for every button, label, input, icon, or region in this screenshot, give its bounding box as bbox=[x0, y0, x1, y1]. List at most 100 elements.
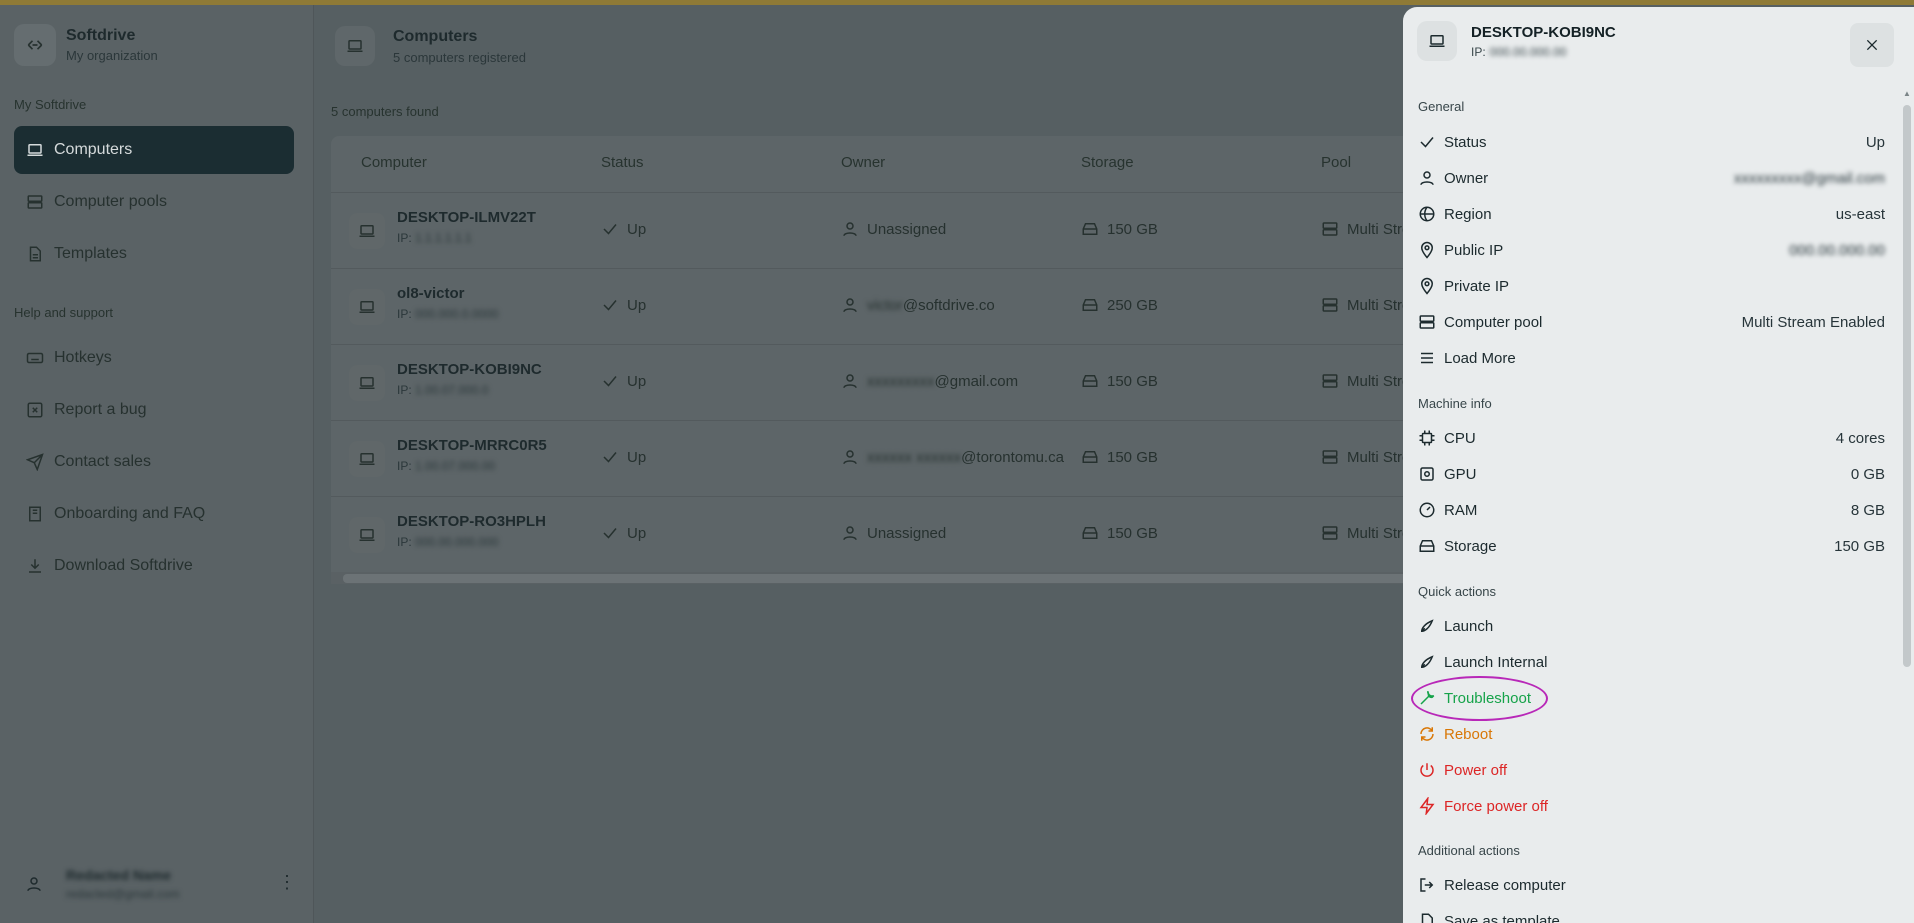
row-label: Storage bbox=[1444, 537, 1497, 555]
laptop-icon bbox=[27, 144, 43, 156]
general-row-public-ip: Public IP 000.00.000.00 bbox=[1418, 235, 1885, 265]
action-reboot[interactable]: Reboot bbox=[1418, 719, 1885, 749]
action-force-power-off[interactable]: Force power off bbox=[1418, 791, 1885, 821]
keyboard-icon bbox=[26, 352, 44, 364]
pool-cell: Multi Stream Enabled bbox=[1321, 448, 1411, 466]
laptop-icon bbox=[349, 365, 385, 401]
row-label: Region bbox=[1444, 205, 1492, 223]
storage-cell: 150 GB bbox=[1081, 372, 1158, 390]
results-count: 5 computers found bbox=[331, 104, 439, 119]
close-button[interactable] bbox=[1850, 23, 1894, 67]
action-power-off[interactable]: Power off bbox=[1418, 755, 1885, 785]
drawer-vertical-scrollbar[interactable]: ▲ bbox=[1902, 89, 1912, 923]
server-icon bbox=[1322, 374, 1338, 388]
org-subtitle: My organization bbox=[66, 48, 158, 63]
computer-name: DESKTOP-ILMV22T bbox=[397, 209, 536, 226]
owner-cell: xxxxxxxxx @gmail.com bbox=[841, 372, 1018, 390]
owner-domain: @gmail.com bbox=[934, 372, 1019, 390]
server-icon bbox=[1322, 526, 1338, 540]
sidebar-item-hotkeys[interactable]: Hotkeys bbox=[14, 334, 294, 382]
storage-cell: 150 GB bbox=[1081, 220, 1158, 238]
user-icon bbox=[843, 222, 857, 237]
action-launch[interactable]: Launch bbox=[1418, 611, 1885, 641]
table-row[interactable]: DESKTOP-KOBI9NC IP: 1.00.07.000.0 Up xxxxxx… bbox=[331, 344, 1411, 420]
row-label: Power off bbox=[1444, 761, 1508, 779]
general-row-status: Status Up bbox=[1418, 127, 1885, 157]
sidebar-item-label: Computers bbox=[54, 141, 133, 158]
user-icon bbox=[843, 374, 857, 389]
laptop-icon bbox=[335, 26, 375, 66]
pool-cell: Multi Stream Enabled bbox=[1321, 372, 1411, 390]
table-horizontal-scrollbar[interactable] bbox=[331, 572, 1411, 584]
table-row[interactable]: ol8-victor IP: 000.000.0.0000 Up victor @sof… bbox=[331, 268, 1411, 344]
row-value: 4 cores bbox=[1835, 429, 1885, 447]
laptop-icon bbox=[349, 289, 385, 325]
server-icon bbox=[1419, 315, 1435, 329]
more-vertical-icon[interactable]: ⋮ bbox=[278, 872, 296, 893]
sidebar-item-computers[interactable]: Computers bbox=[14, 126, 294, 174]
column-header-status[interactable]: Status bbox=[601, 154, 644, 171]
row-label: Private IP bbox=[1444, 277, 1510, 295]
user-icon bbox=[14, 864, 54, 904]
drawer-header: DESKTOP-KOBI9NC IP: 000.00.000.00 bbox=[1417, 21, 1616, 61]
server-icon bbox=[1322, 450, 1338, 464]
sidebar-item-download[interactable]: Download Softdrive bbox=[14, 542, 294, 590]
row-value: Multi Stream Enabled bbox=[1741, 313, 1885, 331]
sidebar-item-onboarding-faq[interactable]: Onboarding and FAQ bbox=[14, 490, 294, 538]
drawer-title: DESKTOP-KOBI9NC bbox=[1471, 23, 1616, 41]
computers-table: Computer Status Owner Storage Pool DESKT… bbox=[331, 136, 1411, 584]
laptop-icon bbox=[1417, 21, 1457, 61]
drawer-ip: IP: 000.00.000.00 bbox=[1471, 45, 1616, 59]
power-icon bbox=[1420, 763, 1434, 777]
row-label: Status bbox=[1444, 133, 1487, 151]
table-row[interactable]: DESKTOP-MRRC0R5 IP: 1.00.07.000.00 Up xxxxx… bbox=[331, 420, 1411, 496]
computer-ip: IP: 000.000.0.0000 bbox=[397, 307, 499, 321]
check-icon bbox=[603, 300, 617, 311]
action-release-computer[interactable]: Release computer bbox=[1418, 870, 1885, 900]
row-value: 8 GB bbox=[1850, 501, 1885, 519]
machine-row-gpu: GPU 0 GB bbox=[1418, 459, 1885, 489]
row-label: Save as template bbox=[1444, 912, 1560, 923]
owner-cell: Unassigned bbox=[841, 524, 946, 542]
server-icon bbox=[27, 195, 43, 209]
row-value: 150 GB bbox=[1834, 537, 1885, 555]
laptop-icon bbox=[349, 441, 385, 477]
row-value: Up bbox=[1865, 133, 1885, 151]
user-icon bbox=[843, 298, 857, 313]
column-header-owner[interactable]: Owner bbox=[841, 154, 885, 171]
column-header-pool[interactable]: Pool bbox=[1321, 154, 1351, 171]
sidebar-item-computer-pools[interactable]: Computer pools bbox=[14, 178, 294, 226]
computer-details-drawer: DESKTOP-KOBI9NC IP: 000.00.000.00 Genera… bbox=[1403, 7, 1914, 923]
sidebar-item-report-bug[interactable]: Report a bug bbox=[14, 386, 294, 434]
user-profile[interactable]: Redacted Name redacted@gmail.com ⋮ bbox=[14, 862, 304, 906]
table-row[interactable]: DESKTOP-ILMV22T IP: 1.1.1.1.1.1 Up Unassign… bbox=[331, 192, 1411, 268]
rocket-icon bbox=[1420, 655, 1434, 669]
logout-icon bbox=[1420, 878, 1434, 892]
row-value: xxxxxxxxx@gmail.com bbox=[1733, 169, 1885, 187]
hard-drive-icon bbox=[1082, 299, 1098, 311]
table-row[interactable]: DESKTOP-RO3HPLH IP: 000.00.000.000 Up Unass… bbox=[331, 496, 1411, 572]
user-email: redacted@gmail.com bbox=[66, 887, 180, 901]
owner-value: Unassigned bbox=[867, 524, 947, 542]
sidebar-item-contact-sales[interactable]: Contact sales bbox=[14, 438, 294, 486]
section-help-support: Help and support bbox=[14, 305, 114, 320]
org-switcher[interactable]: Softdrive My organization bbox=[14, 24, 158, 66]
close-icon bbox=[1866, 39, 1878, 51]
computer-name: DESKTOP-MRRC0R5 bbox=[397, 437, 547, 454]
action-launch-internal[interactable]: Launch Internal bbox=[1418, 647, 1885, 677]
laptop-icon bbox=[349, 517, 385, 553]
sidebar-item-templates[interactable]: Templates bbox=[14, 230, 294, 278]
section-general: General bbox=[1418, 99, 1465, 114]
computer-ip: IP: 1.00.07.000.0 bbox=[397, 383, 489, 397]
general-row-load-more[interactable]: Load More bbox=[1418, 343, 1885, 373]
general-row-region: Region us-east bbox=[1418, 199, 1885, 229]
owner-cell: xxxxxx xxxxxx @torontomu.ca bbox=[841, 448, 1064, 466]
rocket-icon bbox=[1420, 619, 1434, 633]
drawer-ip-value: 000.00.000.00 bbox=[1489, 44, 1567, 59]
action-save-as-template[interactable]: Save as template bbox=[1418, 906, 1885, 923]
pool-cell: Multi Stream Enabled bbox=[1321, 220, 1411, 238]
hard-drive-icon bbox=[1082, 451, 1098, 463]
column-header-storage[interactable]: Storage bbox=[1081, 154, 1134, 171]
column-header-computer[interactable]: Computer bbox=[361, 154, 427, 171]
check-icon bbox=[603, 452, 617, 463]
